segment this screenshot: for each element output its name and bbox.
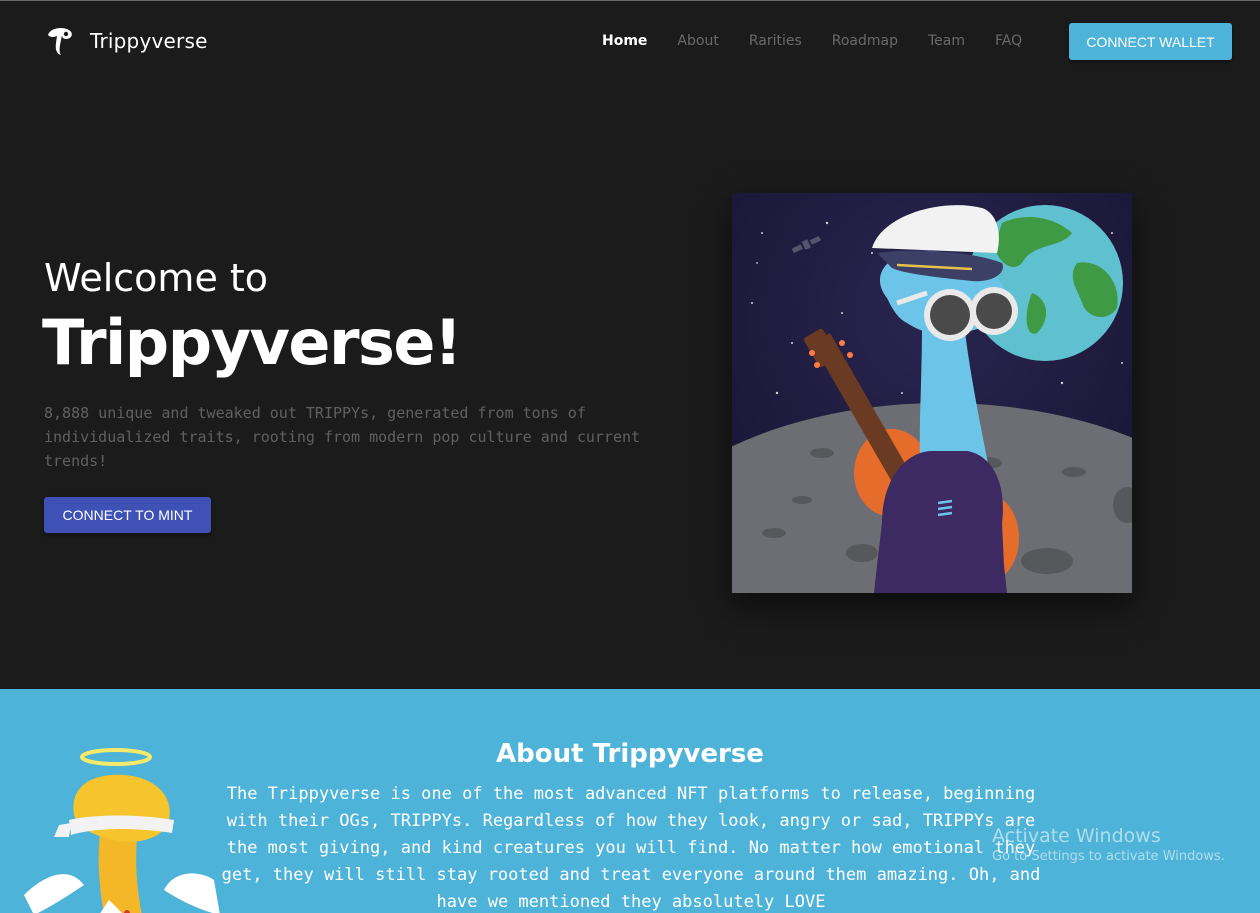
brand-name: Trippyverse [90, 29, 208, 53]
trippy-logo-icon [48, 27, 72, 55]
hero-welcome: Welcome to [44, 256, 269, 300]
watermark-line2: Go to Settings to activate Windows. [992, 849, 1225, 864]
about-text: The Trippyverse is one of the most advan… [221, 784, 1041, 912]
hero-title: Trippyverse! [42, 306, 462, 379]
angel-trippy-mascot [24, 748, 220, 913]
nav-item-team[interactable]: Team [928, 33, 965, 49]
nav-item-about[interactable]: About [677, 33, 718, 49]
connect-wallet-button[interactable]: CONNECT WALLET [1069, 23, 1232, 60]
main-menu: Home About Rarities Roadmap Team FAQ [602, 33, 1052, 49]
hero-description: 8,888 unique and tweaked out TRIPPYs, ge… [44, 404, 641, 470]
brand-logo[interactable]: Trippyverse [44, 25, 208, 57]
about-title: About Trippyverse [496, 739, 764, 769]
top-navbar: Trippyverse Home About Rarities Roadmap … [0, 1, 1260, 81]
about-section: About Trippyverse The Trippyverse is one… [0, 689, 1260, 913]
nav-item-roadmap[interactable]: Roadmap [832, 33, 898, 49]
connect-to-mint-button[interactable]: CONNECT TO MINT [44, 497, 211, 533]
windows-activation-watermark: Activate Windows Go to Settings to activ… [992, 825, 1225, 864]
nav-item-faq[interactable]: FAQ [995, 33, 1022, 49]
nav-item-rarities[interactable]: Rarities [749, 33, 802, 49]
watermark-line1: Activate Windows [992, 825, 1161, 847]
nav-item-home[interactable]: Home [602, 33, 647, 49]
trippy-nft-artwork [732, 193, 1132, 593]
